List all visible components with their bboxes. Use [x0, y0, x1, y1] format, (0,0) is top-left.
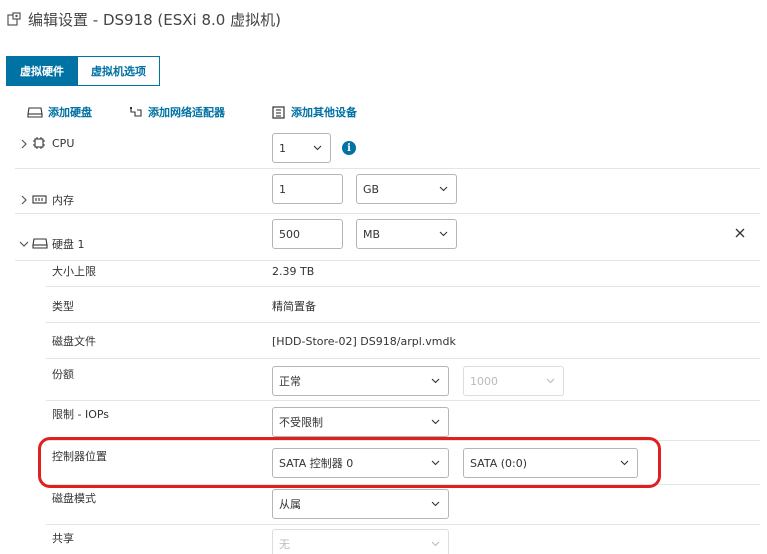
info-icon[interactable]: i [342, 141, 356, 155]
hard-disk-label: 硬盘 1 [52, 238, 85, 251]
memory-size-input[interactable]: 1 [272, 174, 343, 204]
chevron-right-icon[interactable] [20, 195, 28, 205]
iops-limit-value: 不受限制 [279, 416, 323, 429]
shares-value: 正常 [279, 375, 301, 388]
tab-virtual-hardware[interactable]: 虚拟硬件 [6, 56, 78, 86]
iops-limit-label: 限制 - IOPs [52, 408, 110, 421]
add-disk-label: 添加硬盘 [48, 106, 92, 119]
chevron-down-icon [546, 378, 555, 384]
network-adapter-icon [130, 107, 142, 117]
memory-icon [32, 195, 47, 204]
hard-disk-icon [27, 107, 43, 118]
chevron-down-icon[interactable] [19, 240, 29, 248]
add-other-device-button[interactable]: 添加其他设备 [272, 103, 357, 121]
disk-type-label: 类型 [52, 300, 74, 313]
disk-file-label: 磁盘文件 [52, 335, 96, 348]
cpu-count-value: 1 [279, 141, 286, 155]
hard-disk-icon [32, 238, 48, 249]
memory-label: 内存 [52, 194, 74, 207]
chevron-down-icon [431, 378, 440, 384]
disk-file-value: [HDD-Store-02] DS918/arpl.vmdk [272, 334, 456, 348]
sharing-value: 无 [279, 538, 290, 551]
disk-mode-value: 从属 [279, 498, 301, 511]
sharing-label: 共享 [52, 532, 74, 545]
max-size-row [46, 261, 760, 287]
other-device-icon [272, 105, 285, 119]
window-title-text: 编辑设置 - DS918 (ESXi 8.0 虚拟机) [28, 10, 281, 29]
chevron-down-icon [313, 145, 322, 151]
remove-disk-close-icon[interactable] [735, 228, 745, 238]
disk-size-unit-value: MB [363, 227, 381, 241]
add-disk-button[interactable]: 添加硬盘 [27, 103, 92, 121]
iops-limit-select[interactable]: 不受限制 [272, 407, 449, 437]
window-title: 编辑设置 - DS918 (ESXi 8.0 虚拟机) [7, 8, 281, 30]
add-nic-label: 添加网络适配器 [148, 106, 225, 119]
disk-type-row [46, 287, 760, 323]
cpu-label: CPU [52, 136, 75, 150]
cpu-row [15, 124, 760, 169]
chevron-down-icon [431, 501, 440, 507]
chevron-down-icon [431, 541, 440, 547]
memory-unit-value: GB [363, 182, 380, 196]
disk-mode-label: 磁盘模式 [52, 492, 96, 505]
cpu-count-select[interactable]: 1 [272, 133, 331, 163]
max-size-value: 2.39 TB [272, 264, 315, 278]
tab-bar: 虚拟硬件 虚拟机选项 [6, 56, 160, 86]
shares-number-input: 1000 [463, 366, 564, 396]
cpu-icon [33, 137, 45, 149]
add-other-device-label: 添加其他设备 [291, 106, 357, 119]
tab-vm-options[interactable]: 虚拟机选项 [78, 56, 160, 86]
chevron-right-icon[interactable] [20, 139, 28, 149]
max-size-label: 大小上限 [52, 265, 96, 278]
disk-size-input[interactable]: 500 [272, 219, 343, 249]
disk-size-unit-select[interactable]: MB [356, 219, 457, 249]
vm-settings-icon [7, 11, 21, 26]
shares-number-value: 1000 [470, 374, 498, 388]
chevron-down-icon [431, 419, 440, 425]
sharing-select: 无 [272, 529, 449, 554]
chevron-down-icon [439, 186, 448, 192]
disk-mode-select[interactable]: 从属 [272, 489, 449, 519]
shares-label: 份额 [52, 368, 74, 381]
add-nic-button[interactable]: 添加网络适配器 [129, 103, 225, 121]
chevron-down-icon [439, 231, 448, 237]
disk-type-value: 精简置备 [272, 300, 316, 313]
red-highlight-annotation [38, 437, 661, 488]
shares-select[interactable]: 正常 [272, 366, 449, 396]
memory-unit-select[interactable]: GB [356, 174, 457, 204]
